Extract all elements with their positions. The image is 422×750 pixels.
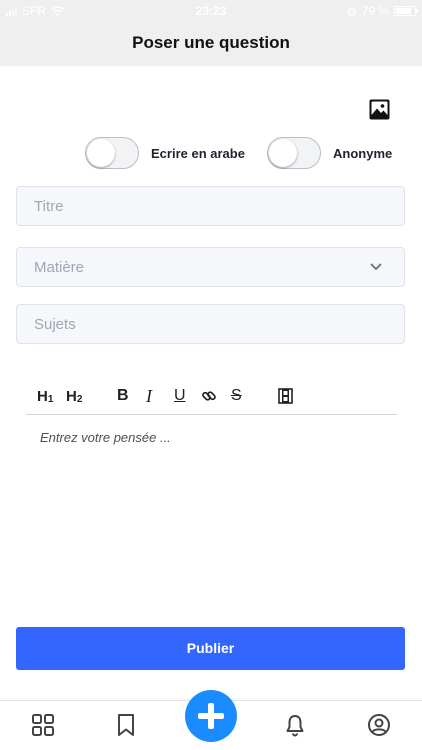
video-button[interactable] (278, 385, 293, 407)
heading-2-button[interactable]: H2 (66, 385, 82, 407)
arabic-toggle-label: Ecrire en arabe (151, 146, 245, 161)
arabic-toggle[interactable] (85, 137, 139, 169)
underline-button[interactable]: U (174, 385, 186, 407)
anonymous-toggle-label: Anonyme (333, 146, 393, 161)
heading-1-button[interactable]: H1 (37, 385, 53, 407)
add-question-fab[interactable] (185, 690, 237, 742)
link-icon (202, 391, 216, 401)
status-bar: SFR 23:23 79 % (0, 0, 422, 22)
toggle-knob (87, 139, 115, 167)
profile-icon[interactable] (367, 713, 391, 737)
top-bar: SFR 23:23 79 % Poser une question (0, 0, 422, 66)
chevron-down-icon (370, 263, 382, 271)
alarm-icon (347, 7, 356, 16)
strikethrough-button[interactable]: S (231, 385, 242, 407)
subject-select-value: Matière (34, 259, 85, 276)
editor-placeholder[interactable]: Entrez votre pensée ... (40, 430, 171, 445)
topics-field-wrapper (16, 304, 405, 344)
battery-icon (394, 6, 418, 16)
ask-question-screen: SFR 23:23 79 % Poser une question Ecrire… (0, 0, 422, 750)
grid-icon[interactable] (31, 713, 55, 737)
bold-button[interactable]: B (117, 385, 129, 407)
bookmark-icon[interactable] (114, 713, 138, 737)
title-input[interactable] (17, 187, 404, 225)
bell-icon[interactable] (283, 713, 307, 737)
battery-percent: 79 % (361, 4, 389, 18)
toggle-knob (269, 139, 297, 167)
video-icon (278, 388, 293, 404)
page-title: Poser une question (132, 33, 290, 52)
publish-button[interactable]: Publier (16, 627, 405, 670)
image-upload-icon[interactable] (369, 99, 390, 120)
title-field-wrapper (16, 186, 405, 226)
topics-input[interactable] (17, 305, 404, 343)
italic-button[interactable]: I (146, 385, 152, 407)
editor-toolbar: H1 H2 B I U S (26, 381, 397, 415)
link-button[interactable] (201, 385, 217, 407)
subject-select[interactable]: Matière (16, 247, 405, 287)
anonymous-toggle[interactable] (267, 137, 321, 169)
